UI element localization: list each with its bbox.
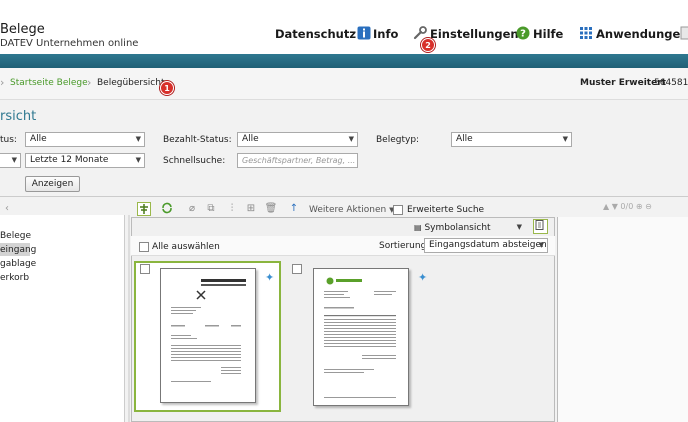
nav-anwendungen[interactable]: Anwendungen [596,27,688,41]
status-label: tus: [0,135,17,145]
app-subtitle: DATEV Unternehmen online [0,38,139,49]
nav-datenschutz[interactable]: Datenschutz [275,27,356,41]
chevron-left-icon[interactable]: ‹ [0,202,14,216]
sort-select-value: Eingangsdatum absteigend [429,240,548,250]
info-icon [357,26,371,40]
receipt-preview-graphic [324,277,396,398]
zeitraum-select[interactable]: Letzte 12 Monate ▼ [25,153,145,168]
pin-icon[interactable]: ✦ [265,271,274,284]
bezahlt-status-select[interactable]: Alle ▼ [237,132,358,147]
help-icon: ? [516,26,530,40]
belegtyp-select-value: Alle [456,134,473,144]
zeitraum-prefix-select[interactable]: ▼ [0,153,21,168]
tree-item-ablage[interactable]: gablage [0,259,36,269]
copy-icon[interactable]: ⧉ [204,202,218,216]
tree-item-belege[interactable]: Belege [0,231,31,241]
view-mode-value: Symbolansicht [424,223,491,233]
pager-nav[interactable]: ▲ ▼ 0/0 ⊕ ⊖ [603,202,652,211]
pane-splitter[interactable] [128,215,130,422]
tree-icon [140,204,148,214]
belegtyp-label: Belegtyp: [376,135,420,145]
nav-hilfe[interactable]: Hilfe [533,27,563,41]
sort-select[interactable]: Eingangsdatum absteigend ▼ [424,238,548,253]
app-title: Belege [0,22,45,37]
tree-view-button[interactable] [137,202,151,216]
refresh-button[interactable] [160,202,174,216]
document-checkbox[interactable] [140,264,150,274]
document-checkbox[interactable] [292,264,302,274]
sort-label: Sortierung: [379,241,430,251]
chevron-down-icon: ▼ [11,156,17,164]
weitere-aktionen-label: Weitere Aktionen [309,205,387,215]
breadcrumb-separator-icon: › [87,76,92,89]
chevron-down-icon: ▼ [611,202,618,211]
merge-icon[interactable]: ⊞ [244,202,258,216]
divider [0,196,688,197]
plus-icon: ⊕ [635,202,643,211]
belegtyp-select[interactable]: Alle ▼ [451,132,572,147]
chevron-down-icon: ▼ [135,156,141,164]
erweiterte-suche-label: Erweiterte Suche [407,205,485,215]
select-all-label: Alle auswählen [152,242,220,252]
document-thumbnail[interactable] [313,268,409,406]
header-band [0,54,688,68]
pager-count: 0/0 [620,202,634,211]
status-select[interactable]: Alle ▼ [25,132,145,147]
list-view-icon: ▤ [414,223,422,232]
schnellsuche-label: Schnellsuche: [163,156,226,166]
select-all-checkbox[interactable] [139,242,149,252]
chevron-up-icon: ▲ [603,202,610,211]
user-id: 5645814 [654,78,688,88]
preview-toggle-button[interactable] [533,219,548,234]
step-badge-1: 1 [160,81,174,95]
erweiterte-suche-checkbox[interactable] [393,205,403,215]
breadcrumb-separator-icon: › [0,76,5,89]
anzeigen-button[interactable]: Anzeigen [25,176,80,192]
attach-icon[interactable]: ⌀ [185,202,199,216]
breadcrumb-current: Belegübersicht [97,78,165,88]
document-thumbnail[interactable] [160,268,256,403]
chevron-down-icon: ▼ [538,241,544,249]
minus-icon: ⊖ [645,202,652,211]
chevron-down-icon: ▼ [348,135,354,143]
svg-text:?: ? [520,29,526,40]
preview-pane [557,217,688,422]
chevron-down-icon: ▼ [516,223,522,231]
split-icon[interactable]: ⫶ [225,202,239,216]
nav-einstellungen[interactable]: Einstellungen [430,27,519,41]
status-select-value: Alle [30,134,47,144]
tree-item-eingang[interactable]: eingang [0,245,36,255]
pin-icon[interactable]: ✦ [418,271,427,284]
upload-arrow-icon[interactable]: ↑ [287,202,301,216]
document-preview-icon [535,220,544,230]
breadcrumb-home[interactable]: Startseite Belege [10,78,88,88]
more-icon [680,26,688,40]
step-badge-2: 2 [421,38,435,52]
apps-grid-icon [580,27,592,39]
trash-icon[interactable]: 🗑 [264,202,278,216]
refresh-icon [162,202,172,214]
nav-info[interactable]: Info [373,27,398,41]
view-mode-select[interactable]: ▤ Symbolansicht ▼ [410,221,525,236]
page-title: rsicht [0,109,37,124]
chevron-down-icon: ▼ [135,135,141,143]
bezahlt-select-value: Alle [242,134,259,144]
zeitraum-select-value: Letzte 12 Monate [30,155,109,165]
invoice-preview-graphic [171,279,246,382]
tree-item-papierkorb[interactable]: erkorb [0,273,29,283]
schnellsuche-input[interactable]: Geschäftspartner, Betrag, ... [237,153,358,168]
weitere-aktionen-menu[interactable]: Weitere Aktionen ▼ [309,205,395,215]
bezahlt-status-label: Bezahlt-Status: [163,135,232,145]
chevron-down-icon: ▼ [562,135,568,143]
